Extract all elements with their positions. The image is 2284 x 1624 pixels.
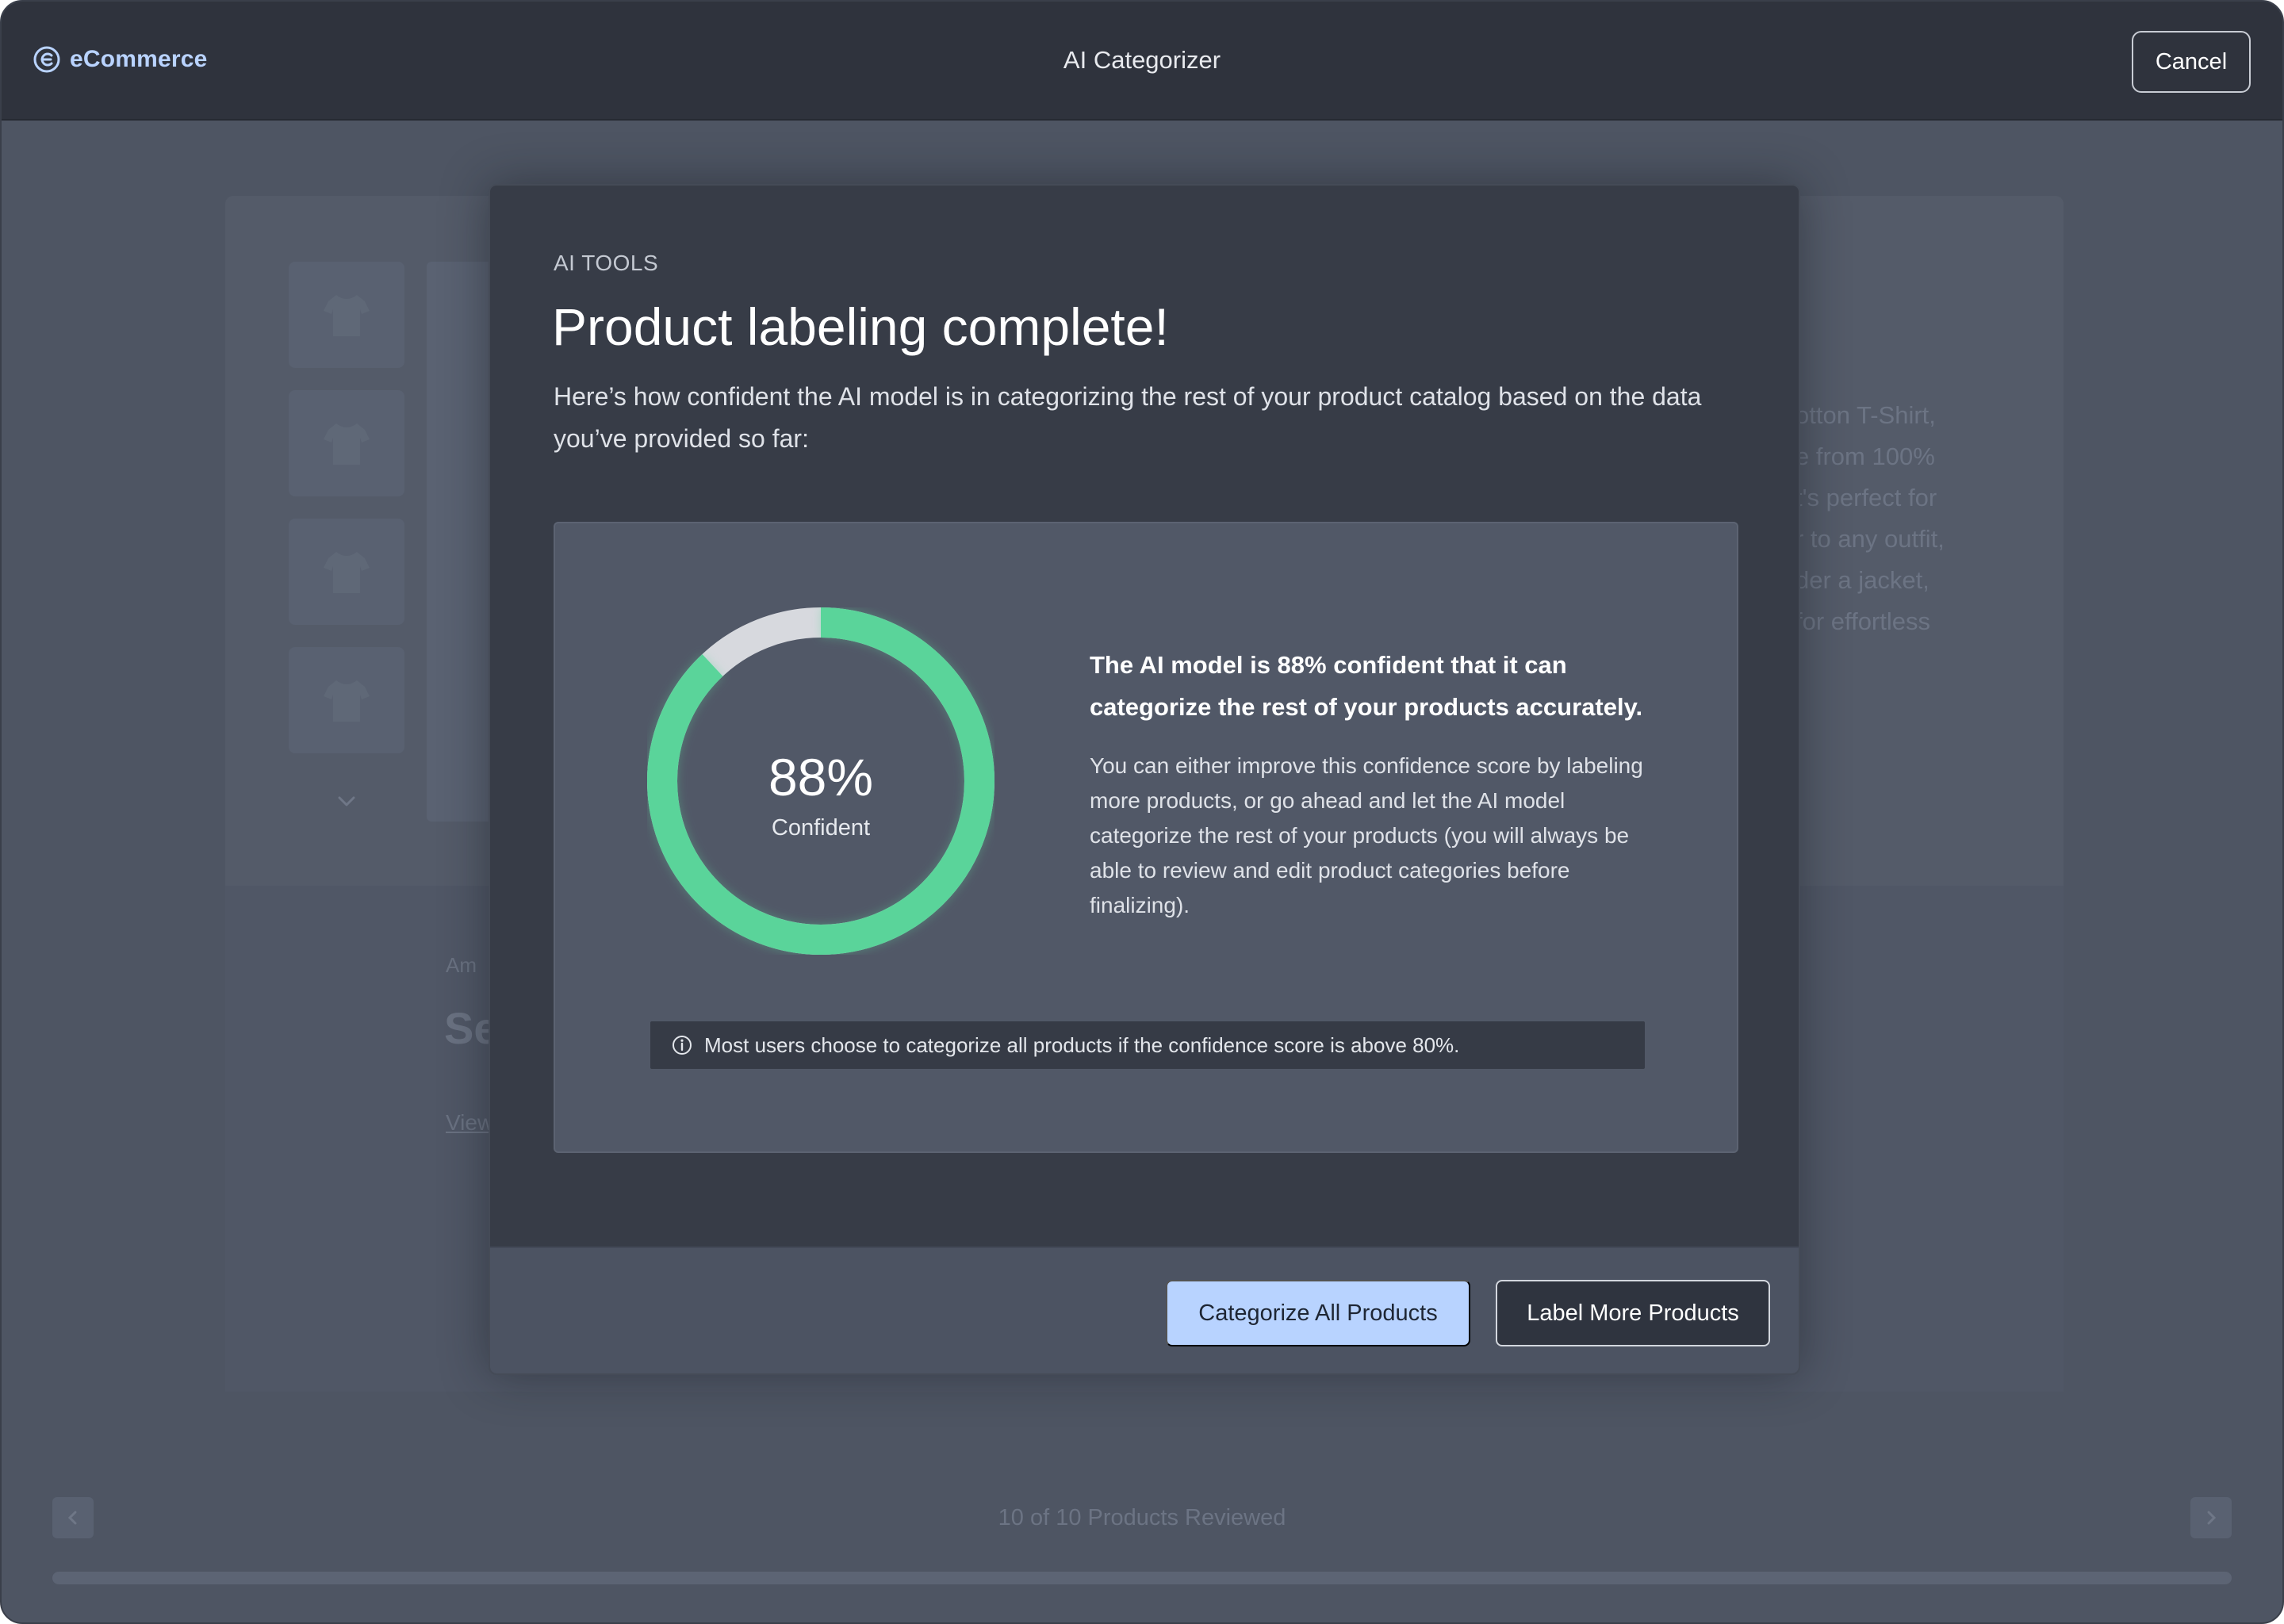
top-bar: eCommerce AI Categorizer Cancel bbox=[2, 2, 2282, 121]
tshirt-icon bbox=[324, 423, 370, 465]
description-line: t's perfect for bbox=[1795, 484, 1937, 511]
info-hint: Most users choose to categorize all prod… bbox=[650, 1021, 1645, 1069]
background-meta-text: Am bbox=[446, 953, 477, 977]
chevron-right-icon bbox=[2207, 1511, 2217, 1525]
description-line: der a jacket, bbox=[1795, 566, 1930, 594]
description-line: for effortless bbox=[1795, 607, 1931, 635]
review-status: 10 of 10 Products Reviewed bbox=[998, 1505, 1286, 1530]
review-progress-bar bbox=[52, 1572, 2232, 1584]
modal-title: Product labeling complete! bbox=[552, 297, 1169, 356]
labeling-complete-modal: AI TOOLS Product labeling complete! Here… bbox=[489, 184, 1800, 1375]
background-product-description: otton T-Shirt, e from 100% t's perfect f… bbox=[1795, 395, 2033, 642]
product-thumbnail[interactable] bbox=[289, 519, 404, 625]
description-line: r to any outfit, bbox=[1795, 525, 1945, 553]
confidence-label: Confident bbox=[771, 815, 871, 841]
confidence-value: 88% bbox=[768, 748, 874, 806]
label-more-products-button[interactable]: Label More Products bbox=[1496, 1280, 1770, 1346]
tshirt-icon bbox=[324, 295, 370, 336]
app-title: AI Categorizer bbox=[1063, 46, 1221, 74]
modal-footer: Categorize All Products Label More Produ… bbox=[490, 1247, 1799, 1373]
description-line: e from 100% bbox=[1795, 442, 1935, 470]
confidence-headline: The AI model is 88% confident that it ca… bbox=[1090, 651, 1643, 721]
tshirt-icon bbox=[324, 552, 370, 593]
confidence-description: You can either improve this confidence s… bbox=[1090, 753, 1643, 917]
cancel-button[interactable]: Cancel bbox=[2132, 31, 2251, 93]
chevron-down-icon[interactable] bbox=[335, 790, 358, 814]
product-thumbnail[interactable] bbox=[289, 262, 404, 368]
modal-subtitle: Here’s how confident the AI model is in … bbox=[554, 382, 1702, 453]
background-link[interactable]: View bbox=[446, 1110, 493, 1136]
confidence-panel: 88% Confident The AI model is 88% confid… bbox=[554, 522, 1738, 1153]
modal-eyebrow: AI TOOLS bbox=[554, 251, 659, 275]
next-product-button[interactable] bbox=[2190, 1497, 2232, 1538]
tshirt-icon bbox=[324, 680, 370, 722]
info-icon bbox=[673, 1036, 692, 1055]
product-thumbnail[interactable] bbox=[289, 390, 404, 496]
categorize-all-products-button[interactable]: Categorize All Products bbox=[1166, 1280, 1470, 1346]
product-thumbnail[interactable] bbox=[289, 647, 404, 753]
description-line: otton T-Shirt, bbox=[1795, 401, 1936, 429]
info-hint-text: Most users choose to categorize all prod… bbox=[704, 1032, 1460, 1057]
app-window: eCommerce AI Categorizer Cancel otton T-… bbox=[0, 0, 2284, 1624]
